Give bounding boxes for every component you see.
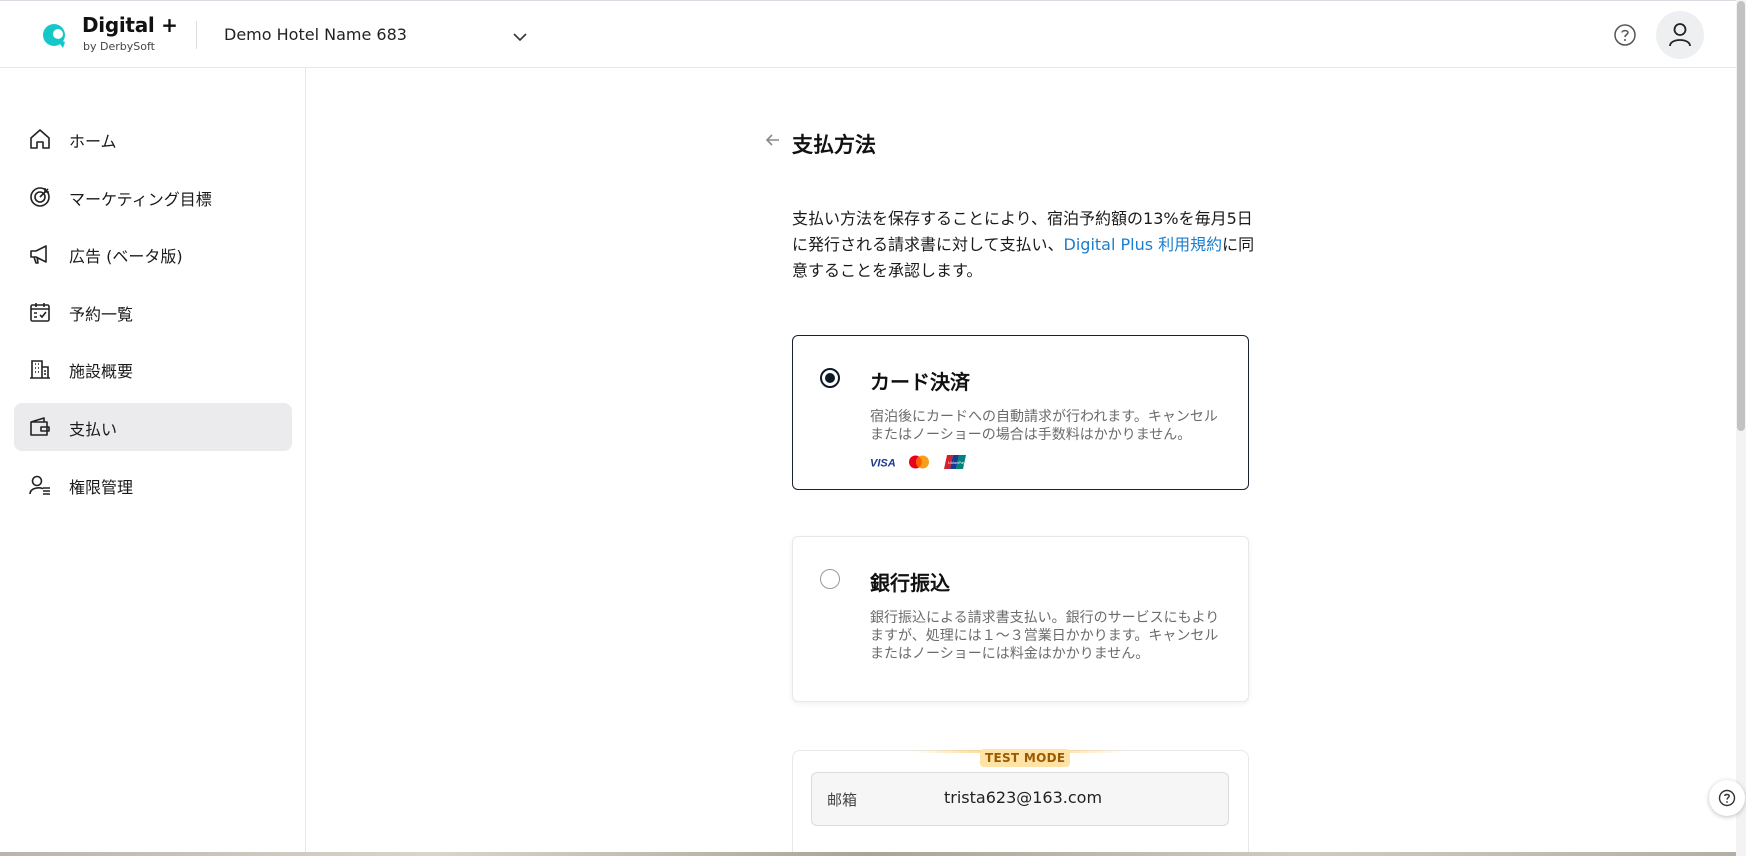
user-permission-icon	[29, 475, 50, 495]
terms-link[interactable]: Digital Plus 利用規約	[1064, 235, 1223, 254]
building-icon	[30, 360, 50, 379]
target-icon	[30, 187, 50, 207]
help-icon[interactable]	[1612, 22, 1638, 48]
sidebar-item-payment[interactable]: 支払い	[14, 403, 292, 451]
email-label: 邮箱	[827, 791, 858, 809]
hotel-selector[interactable]: Demo Hotel Name 683	[222, 21, 532, 51]
sidebar-item-marketing-goals[interactable]: マーケティング目標	[14, 173, 292, 221]
option-description: 宿泊後にカードへの自動請求が行われます。キャンセルまたはノーショーの場合は手数料…	[870, 409, 1218, 443]
user-icon	[1669, 23, 1691, 47]
user-menu-button[interactable]	[1656, 11, 1704, 59]
sidebar-item-label: 広告 (ベータ版)	[69, 247, 183, 266]
scrollbar-thumb[interactable]	[1737, 1, 1745, 431]
floating-help-button[interactable]	[1709, 780, 1745, 816]
calendar-check-icon	[30, 303, 50, 322]
visa-logo-text: VISA	[870, 458, 896, 470]
radio-selected[interactable]	[820, 368, 840, 388]
test-mode-badge: TEST MODE	[980, 749, 1071, 767]
sidebar-item-label: 支払い	[69, 420, 118, 439]
top-bar: Digital + by DerbySoft Demo Hotel Name 6…	[0, 0, 1736, 68]
payment-option-card[interactable]: カード決済 宿泊後にカードへの自動請求が行われます。キャンセルまたはノーショーの…	[792, 335, 1249, 490]
mastercard-icon	[909, 455, 929, 469]
sidebar: ホーム マーケティング目標 広告 (ベータ版) 予約一覧 施設概要 支払い 権限…	[0, 68, 306, 856]
email-value: trista623@163.com	[944, 788, 1103, 807]
radio-unselected[interactable]	[820, 569, 840, 589]
unionpay-icon: UnionPay	[944, 455, 966, 469]
wallet-icon	[30, 417, 50, 436]
sidebar-item-permissions[interactable]: 権限管理	[14, 461, 292, 509]
arrow-left-icon[interactable]	[764, 131, 782, 149]
payment-terms-text: 支払い方法を保存することにより、宿泊予約額の13%を毎月5日に発行される請求書に…	[792, 206, 1257, 284]
option-description: 銀行振込による請求書支払い。銀行のサービスにもよりますが、処理には１〜３営業日か…	[870, 610, 1220, 662]
megaphone-icon	[30, 245, 47, 264]
page-title: 支払方法	[792, 133, 876, 157]
header-divider	[196, 21, 197, 49]
digital-plus-logo-icon	[43, 24, 65, 48]
brand-subtitle: by DerbySoft	[83, 40, 155, 53]
sidebar-item-label: マーケティング目標	[69, 190, 212, 209]
test-mode-panel: TEST MODE 邮箱 trista623@163.com	[792, 749, 1249, 856]
option-title: 銀行振込	[870, 571, 950, 595]
sidebar-item-label: 施設概要	[69, 362, 134, 381]
payment-option-bank-transfer[interactable]: 銀行振込 銀行振込による請求書支払い。銀行のサービスにもよりますが、処理には１〜…	[792, 536, 1249, 702]
sidebar-item-reservations[interactable]: 予約一覧	[14, 288, 292, 336]
main-content: 支払方法 支払い方法を保存することにより、宿泊予約額の13%を毎月5日に発行され…	[307, 68, 1736, 856]
sidebar-item-label: ホーム	[69, 132, 117, 151]
hotel-name: Demo Hotel Name 683	[224, 25, 407, 44]
bottom-edge	[0, 852, 1736, 856]
option-title: カード決済	[870, 370, 970, 394]
sidebar-item-property[interactable]: 施設概要	[14, 345, 292, 393]
chevron-down-icon	[513, 33, 527, 42]
sidebar-item-home[interactable]: ホーム	[14, 115, 292, 163]
sidebar-item-ads[interactable]: 広告 (ベータ版)	[14, 230, 292, 278]
visa-icon: VISA	[870, 458, 896, 470]
home-icon	[30, 129, 50, 149]
brand-title: Digital +	[82, 13, 178, 37]
email-field[interactable]: 邮箱 trista623@163.com	[811, 772, 1229, 826]
sidebar-item-label: 権限管理	[69, 478, 134, 497]
sidebar-item-label: 予約一覧	[69, 305, 134, 324]
help-icon	[1718, 789, 1736, 807]
unionpay-logo-text: UnionPay	[948, 460, 965, 465]
